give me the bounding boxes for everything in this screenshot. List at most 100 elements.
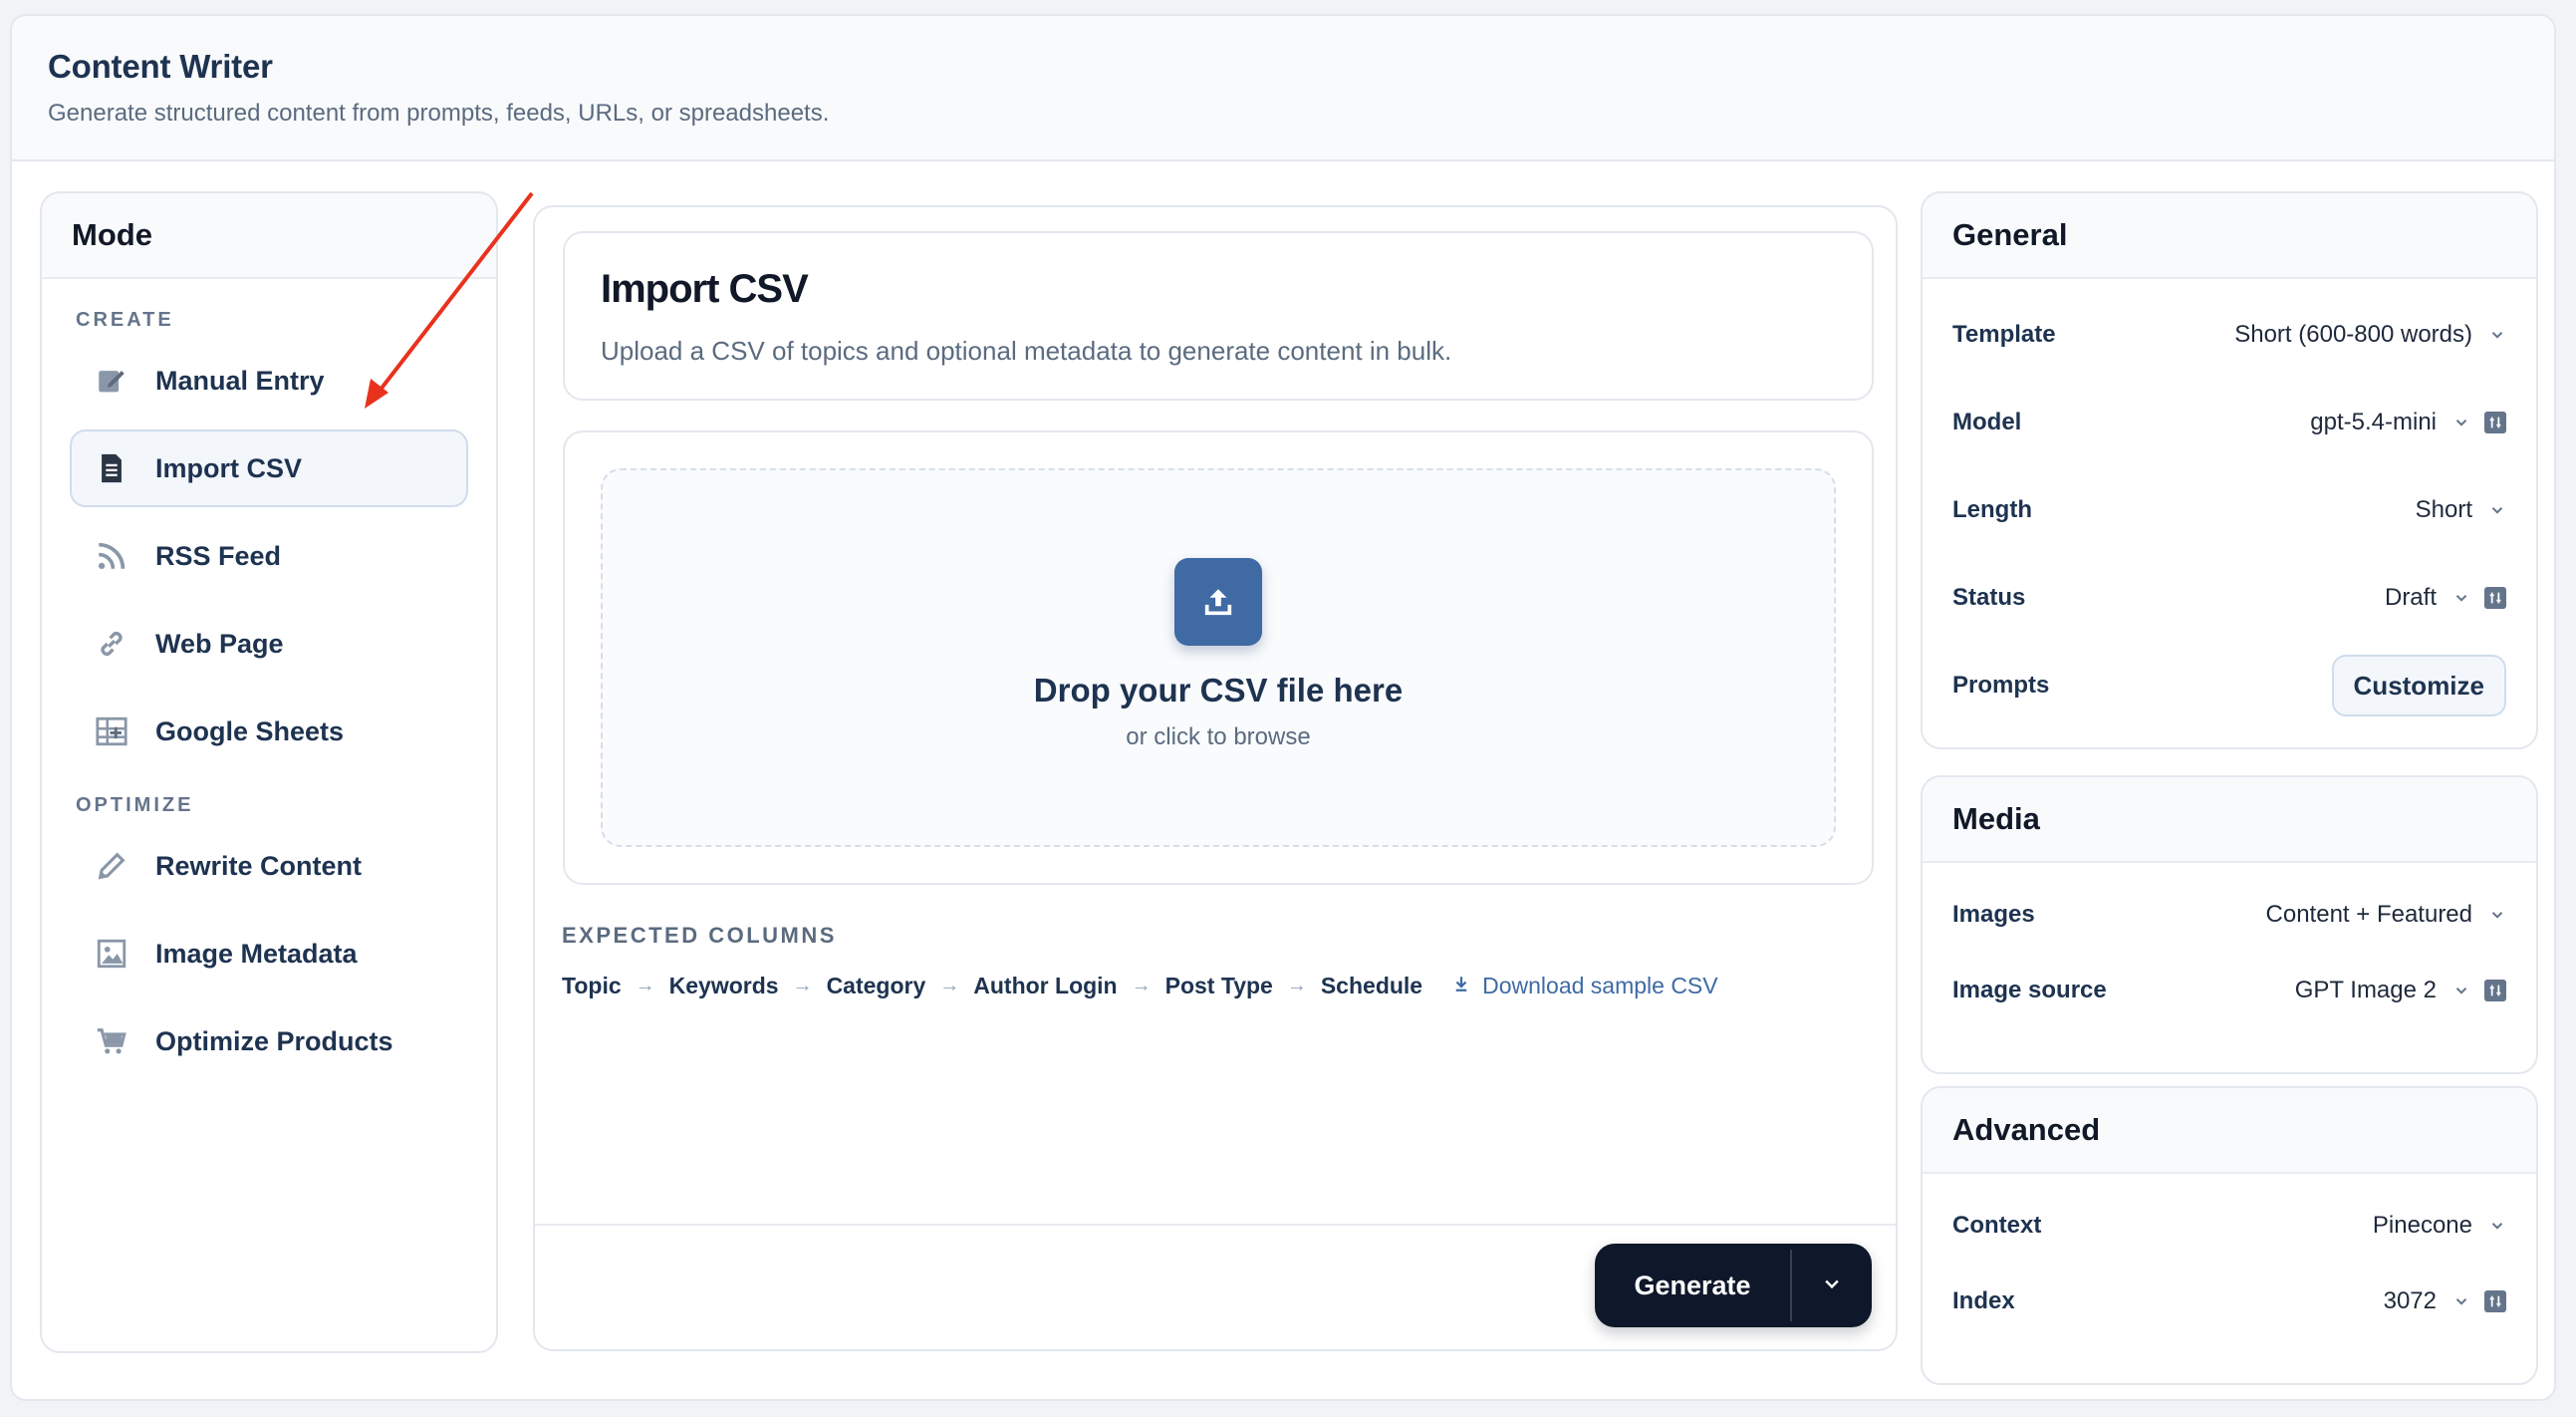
index-value: 3072 xyxy=(2383,1287,2437,1314)
chevron-down-icon xyxy=(1822,1274,1842,1298)
column-name: Topic xyxy=(562,973,622,998)
app-header: Content Writer Generate structured conte… xyxy=(12,16,2554,161)
csv-dropzone[interactable]: Drop your CSV file here or click to brow… xyxy=(601,468,1836,847)
chevron-down-icon xyxy=(2452,589,2470,607)
mode-item-rewrite-content[interactable]: Rewrite Content xyxy=(70,827,468,905)
template-value: Short (600-800 words) xyxy=(2234,321,2472,348)
images-label: Images xyxy=(1952,901,2035,928)
chevron-down-icon xyxy=(2488,326,2506,344)
title-card: Import CSV Upload a CSV of topics and op… xyxy=(563,231,1874,401)
arrow-right-icon: → xyxy=(1286,975,1307,996)
index-label: Index xyxy=(1952,1287,2015,1314)
expected-columns-label: EXPECTED COLUMNS xyxy=(562,923,837,948)
generate-split-button: Generate xyxy=(1595,1244,1872,1327)
document-icon xyxy=(94,450,129,486)
column-name: Keywords xyxy=(668,973,779,998)
mode-item-label: Image Metadata xyxy=(155,938,358,969)
prompts-label: Prompts xyxy=(1952,672,2050,699)
image-source-label: Image source xyxy=(1952,977,2107,1003)
footer-divider xyxy=(535,1224,1896,1226)
image-source-row: Image source GPT Image 2 xyxy=(1923,953,2536,1028)
generate-options-button[interactable] xyxy=(1792,1244,1872,1327)
mode-item-label: Optimize Products xyxy=(155,1025,393,1056)
mode-item-label: Rewrite Content xyxy=(155,850,363,881)
page-title: Import CSV xyxy=(601,267,809,311)
model-select[interactable]: gpt-5.4-mini xyxy=(2310,409,2506,436)
mode-item-web-page[interactable]: Web Page xyxy=(70,605,468,683)
mode-item-optimize-products[interactable]: Optimize Products xyxy=(70,1002,468,1080)
index-select[interactable]: 3072 xyxy=(2384,1287,2506,1315)
mode-item-rss-feed[interactable]: RSS Feed xyxy=(70,517,468,595)
create-section-label: CREATE xyxy=(76,309,174,331)
mode-item-google-sheets[interactable]: Google Sheets xyxy=(70,693,468,770)
mode-item-label: RSS Feed xyxy=(155,540,282,571)
upload-card: Drop your CSV file here or click to brow… xyxy=(563,430,1874,885)
chevron-down-icon xyxy=(2452,982,2470,999)
mode-item-label: Manual Entry xyxy=(155,365,325,396)
length-value: Short xyxy=(2415,496,2472,523)
chevron-down-icon xyxy=(2488,1217,2506,1235)
column-name: Category xyxy=(826,973,926,998)
chevron-down-icon xyxy=(2452,1292,2470,1310)
length-select[interactable]: Short xyxy=(2416,496,2506,524)
mode-item-import-csv[interactable]: Import CSV xyxy=(70,429,468,507)
column-name: Author Login xyxy=(973,973,1118,998)
context-select[interactable]: Pinecone xyxy=(2373,1212,2506,1240)
chevron-down-icon xyxy=(2452,414,2470,431)
image-icon xyxy=(94,936,129,972)
media-title: Media xyxy=(1923,777,2536,863)
status-select[interactable]: Draft xyxy=(2385,584,2506,612)
dropzone-title: Drop your CSV file here xyxy=(1033,672,1404,708)
mode-item-label: Import CSV xyxy=(155,452,303,483)
settings-toggle-icon[interactable] xyxy=(2484,412,2506,433)
status-row: Status Draft xyxy=(1923,554,2536,642)
arrow-right-icon: → xyxy=(792,975,813,996)
chevron-down-icon xyxy=(2488,906,2506,924)
images-value: Content + Featured xyxy=(2265,901,2472,928)
link-icon xyxy=(94,626,129,662)
optimize-section-label: OPTIMIZE xyxy=(76,794,194,816)
customize-button[interactable]: Customize xyxy=(2331,655,2506,716)
edit-icon xyxy=(94,363,129,399)
column-name: Post Type xyxy=(1164,973,1273,998)
dropzone-subtitle: or click to browse xyxy=(1126,723,1311,750)
rss-icon xyxy=(94,538,129,574)
main-panel: Import CSV Upload a CSV of topics and op… xyxy=(533,205,1898,1351)
settings-toggle-icon[interactable] xyxy=(2484,587,2506,609)
template-select[interactable]: Short (600-800 words) xyxy=(2234,321,2506,349)
upload-icon xyxy=(1174,558,1262,646)
download-label: Download sample CSV xyxy=(1482,973,1718,998)
spreadsheet-icon xyxy=(94,713,129,749)
images-select[interactable]: Content + Featured xyxy=(2266,901,2506,929)
general-panel: General Template Short (600-800 words) M… xyxy=(1921,191,2538,749)
mode-item-manual-entry[interactable]: Manual Entry xyxy=(70,342,468,420)
context-value: Pinecone xyxy=(2372,1212,2472,1239)
template-label: Template xyxy=(1952,321,2056,348)
length-label: Length xyxy=(1952,496,2032,523)
image-source-select[interactable]: GPT Image 2 xyxy=(2295,977,2506,1004)
status-value: Draft xyxy=(2384,584,2437,611)
cart-icon xyxy=(94,1023,129,1059)
mode-item-label: Google Sheets xyxy=(155,715,345,746)
page-description: Upload a CSV of topics and optional meta… xyxy=(601,336,1452,366)
chevron-down-icon xyxy=(2488,501,2506,519)
mode-item-image-metadata[interactable]: Image Metadata xyxy=(70,915,468,992)
context-row: Context Pinecone xyxy=(1923,1188,2536,1264)
mode-item-label: Web Page xyxy=(155,628,284,659)
pencil-icon xyxy=(94,848,129,884)
template-row: Template Short (600-800 words) xyxy=(1923,291,2536,379)
arrow-right-icon: → xyxy=(939,975,960,996)
advanced-title: Advanced xyxy=(1923,1088,2536,1174)
settings-toggle-icon[interactable] xyxy=(2484,1290,2506,1312)
model-value: gpt-5.4-mini xyxy=(2310,409,2437,435)
image-source-value: GPT Image 2 xyxy=(2294,977,2437,1003)
arrow-right-icon: → xyxy=(635,975,655,996)
length-row: Length Short xyxy=(1923,466,2536,554)
settings-toggle-icon[interactable] xyxy=(2484,980,2506,1001)
download-sample-csv-link[interactable]: Download sample CSV xyxy=(1452,973,1718,999)
prompts-row: Prompts Customize xyxy=(1923,642,2536,729)
index-row: Index 3072 xyxy=(1923,1264,2536,1339)
model-row: Model gpt-5.4-mini xyxy=(1923,379,2536,466)
arrow-right-icon: → xyxy=(1131,975,1152,996)
generate-button[interactable]: Generate xyxy=(1595,1244,1790,1327)
